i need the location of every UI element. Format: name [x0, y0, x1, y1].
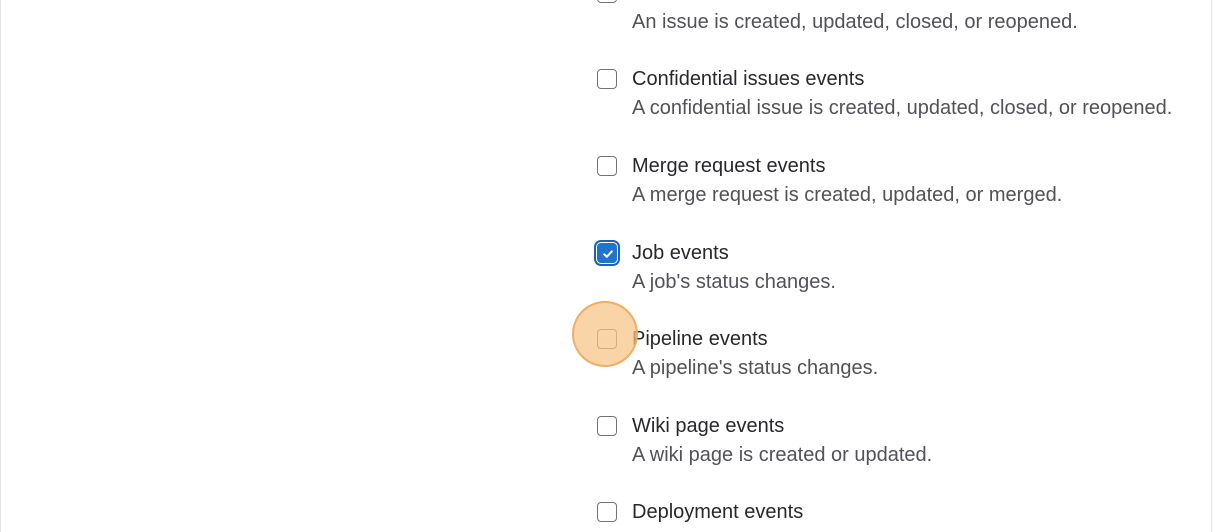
merge-request-events-checkbox[interactable] [597, 156, 617, 176]
issues-events-checkbox[interactable] [597, 0, 617, 3]
checkmark-icon [603, 250, 613, 258]
deployment-events-checkbox[interactable] [597, 502, 617, 522]
event-label[interactable]: Wiki page events [632, 414, 784, 438]
event-label[interactable]: Job events [632, 241, 729, 265]
wiki-page-events-checkbox[interactable] [597, 416, 617, 436]
cursor-click-highlight [572, 301, 638, 367]
event-label[interactable]: Pipeline events [632, 327, 768, 351]
event-label[interactable]: Merge request events [632, 154, 825, 178]
event-description: A merge request is created, updated, or … [632, 184, 1063, 206]
event-description: A wiki page is created or updated. [632, 444, 933, 466]
event-label[interactable]: Confidential issues events [632, 67, 864, 91]
job-events-checkbox[interactable] [597, 243, 617, 263]
event-label[interactable]: Deployment events [632, 500, 803, 524]
event-description: A pipeline's status changes. [632, 357, 879, 379]
event-description: A job's status changes. [632, 271, 836, 293]
confidential-issues-events-checkbox[interactable] [597, 69, 617, 89]
event-description: An issue is created, updated, closed, or… [632, 11, 1078, 33]
event-description: A confidential issue is created, updated… [632, 97, 1173, 119]
content-frame: An issue is created, updated, closed, or… [0, 0, 1212, 532]
